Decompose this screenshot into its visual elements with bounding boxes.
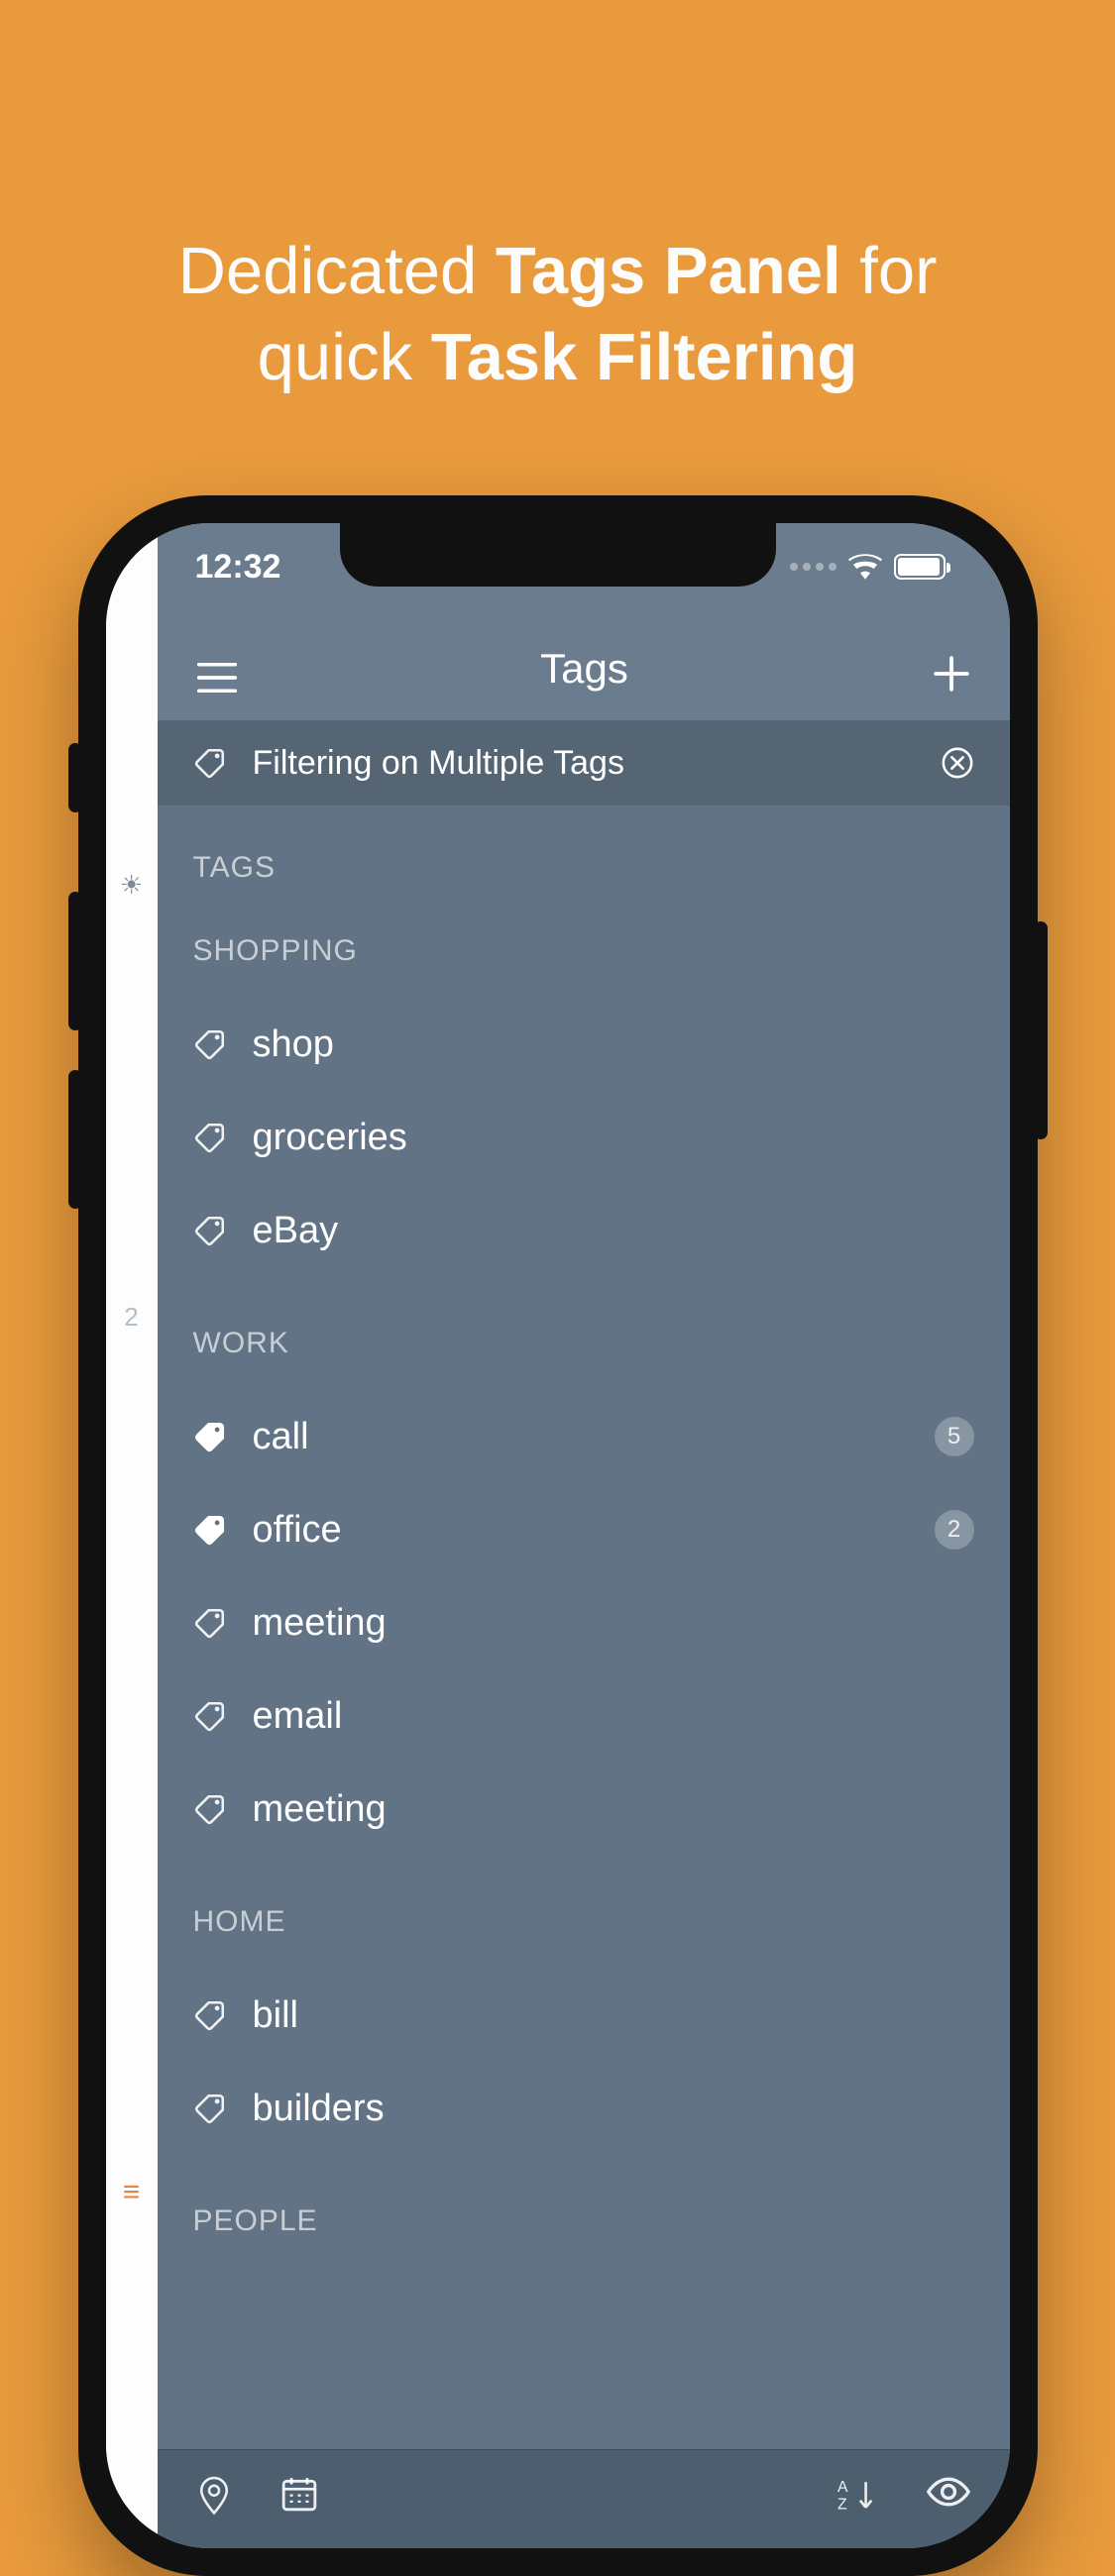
tag-icon <box>193 1214 227 1247</box>
tag-row[interactable]: bill <box>193 1969 974 2062</box>
tags-sections: TAGS SHOPPING shop groceries eBay WORK call 5 o… <box>158 805 1010 2449</box>
phone-silent-switch <box>68 743 82 812</box>
tag-row[interactable]: call 5 <box>193 1390 974 1483</box>
visibility-button[interactable] <box>927 2477 970 2513</box>
phone-screen: 12:32 ☀︎ 2 ≡ Tags <box>106 523 1010 2548</box>
tag-row[interactable]: meeting <box>193 1763 974 1856</box>
page-dots-icon <box>790 563 836 571</box>
plus-icon <box>933 655 970 693</box>
tag-label: meeting <box>253 1788 974 1831</box>
clear-filter-button[interactable] <box>941 746 974 780</box>
tag-icon <box>193 1513 227 1547</box>
wifi-icon <box>848 554 882 580</box>
sort-button[interactable]: AZ <box>837 2477 877 2513</box>
svg-text:Z: Z <box>837 2496 847 2513</box>
tag-section: WORK call 5 office 2 meeting email meeting <box>193 1327 974 1856</box>
tag-row[interactable]: builders <box>193 2062 974 2155</box>
tag-label: builders <box>253 2088 974 2130</box>
tags-panel: Tags Filtering on Multiple Tags TAGS SHO… <box>158 523 1010 2548</box>
phone-volume-down <box>68 1070 82 1209</box>
tag-icon <box>193 1121 227 1154</box>
marketing-headline: Dedicated Tags Panel for quick Task Filt… <box>0 228 1115 400</box>
section-header: PEOPLE <box>193 2204 974 2238</box>
pin-icon <box>197 2475 231 2515</box>
bottom-toolbar: AZ <box>158 2449 1010 2548</box>
close-circle-icon <box>941 746 974 780</box>
filter-label: Filtering on Multiple Tags <box>253 744 915 783</box>
background-count: 2 <box>106 1302 158 1333</box>
hamburger-accent-icon: ≡ <box>106 2176 158 2209</box>
status-time: 12:32 <box>195 548 281 587</box>
tag-label: meeting <box>253 1602 974 1645</box>
tag-icon <box>193 746 227 780</box>
tag-section: SHOPPING shop groceries eBay <box>193 934 974 1277</box>
tag-icon <box>193 1792 227 1826</box>
tag-row[interactable]: groceries <box>193 1091 974 1184</box>
phone-power-button <box>1034 921 1048 1139</box>
tag-row[interactable]: eBay <box>193 1184 974 1277</box>
location-filter-button[interactable] <box>197 2475 231 2515</box>
tag-label: bill <box>253 1994 974 2037</box>
svg-text:A: A <box>837 2479 848 2496</box>
phone-frame: 12:32 ☀︎ 2 ≡ Tags <box>78 495 1038 2576</box>
tag-icon <box>193 1699 227 1733</box>
tag-icon <box>193 1027 227 1061</box>
sort-az-icon: AZ <box>837 2477 877 2513</box>
section-header: HOME <box>193 1905 974 1939</box>
page-title: Tags <box>540 645 628 693</box>
status-icons <box>790 554 946 580</box>
count-badge: 2 <box>935 1510 974 1550</box>
hamburger-icon <box>197 663 237 693</box>
tag-row[interactable]: shop <box>193 998 974 1091</box>
master-section-header: TAGS <box>193 851 974 885</box>
section-header: SHOPPING <box>193 934 974 968</box>
filter-row[interactable]: Filtering on Multiple Tags <box>158 720 1010 805</box>
phone-notch <box>340 523 776 587</box>
tag-label: call <box>253 1416 909 1458</box>
add-tag-button[interactable] <box>933 655 970 693</box>
sun-icon: ☀︎ <box>106 870 158 901</box>
tag-section: HOME bill builders <box>193 1905 974 2155</box>
background-list-strip: ☀︎ 2 ≡ <box>106 523 158 2548</box>
tag-label: eBay <box>253 1210 974 1252</box>
eye-icon <box>927 2477 970 2507</box>
section-header: WORK <box>193 1327 974 1360</box>
tag-icon <box>193 2092 227 2125</box>
tag-label: email <box>253 1695 974 1738</box>
tag-section: PEOPLE <box>193 2204 974 2238</box>
tag-row[interactable]: email <box>193 1669 974 1763</box>
calendar-icon <box>280 2475 318 2513</box>
phone-volume-up <box>68 892 82 1030</box>
tag-label: groceries <box>253 1117 974 1159</box>
tag-label: office <box>253 1509 909 1552</box>
tag-icon <box>193 1606 227 1640</box>
calendar-filter-button[interactable] <box>280 2475 318 2515</box>
menu-button[interactable] <box>197 663 237 693</box>
count-badge: 5 <box>935 1417 974 1456</box>
tag-icon <box>193 1420 227 1453</box>
tag-icon <box>193 1998 227 2032</box>
tag-row[interactable]: office 2 <box>193 1483 974 1576</box>
tag-row[interactable]: meeting <box>193 1576 974 1669</box>
battery-icon <box>894 554 946 580</box>
tag-label: shop <box>253 1023 974 1066</box>
